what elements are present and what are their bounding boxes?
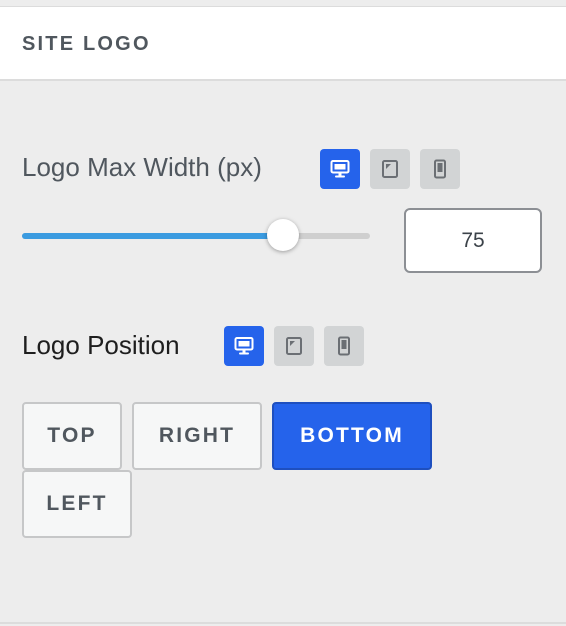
- position-tablet-button[interactable]: [274, 326, 314, 366]
- max-width-input[interactable]: [404, 208, 542, 273]
- desktop-icon: [330, 160, 350, 178]
- max-width-tablet-button[interactable]: [370, 149, 410, 189]
- tablet-icon: [382, 160, 398, 178]
- bottom-divider: [0, 622, 566, 624]
- position-desktop-button[interactable]: [224, 326, 264, 366]
- mobile-icon: [338, 336, 350, 356]
- position-right-button[interactable]: RIGHT: [132, 402, 262, 470]
- section-title: SITE LOGO: [22, 33, 151, 55]
- max-width-desktop-button[interactable]: [320, 149, 360, 189]
- desktop-icon: [234, 337, 254, 355]
- position-left-button[interactable]: LEFT: [22, 470, 132, 538]
- position-mobile-button[interactable]: [324, 326, 364, 366]
- mobile-icon: [434, 159, 446, 179]
- site-logo-panel: SITE LOGO Logo Max Width (px) Logo Posit…: [0, 0, 566, 626]
- slider-fill: [22, 233, 283, 239]
- top-divider: [0, 0, 566, 7]
- max-width-slider[interactable]: [22, 233, 370, 239]
- max-width-label: Logo Max Width (px): [22, 152, 262, 182]
- position-bottom-button[interactable]: BOTTOM: [272, 402, 432, 470]
- section-header[interactable]: SITE LOGO: [0, 7, 566, 81]
- position-top-button[interactable]: TOP: [22, 402, 122, 470]
- max-width-mobile-button[interactable]: [420, 149, 460, 189]
- slider-thumb[interactable]: [267, 219, 299, 251]
- tablet-icon: [286, 337, 302, 355]
- position-label: Logo Position: [22, 330, 180, 360]
